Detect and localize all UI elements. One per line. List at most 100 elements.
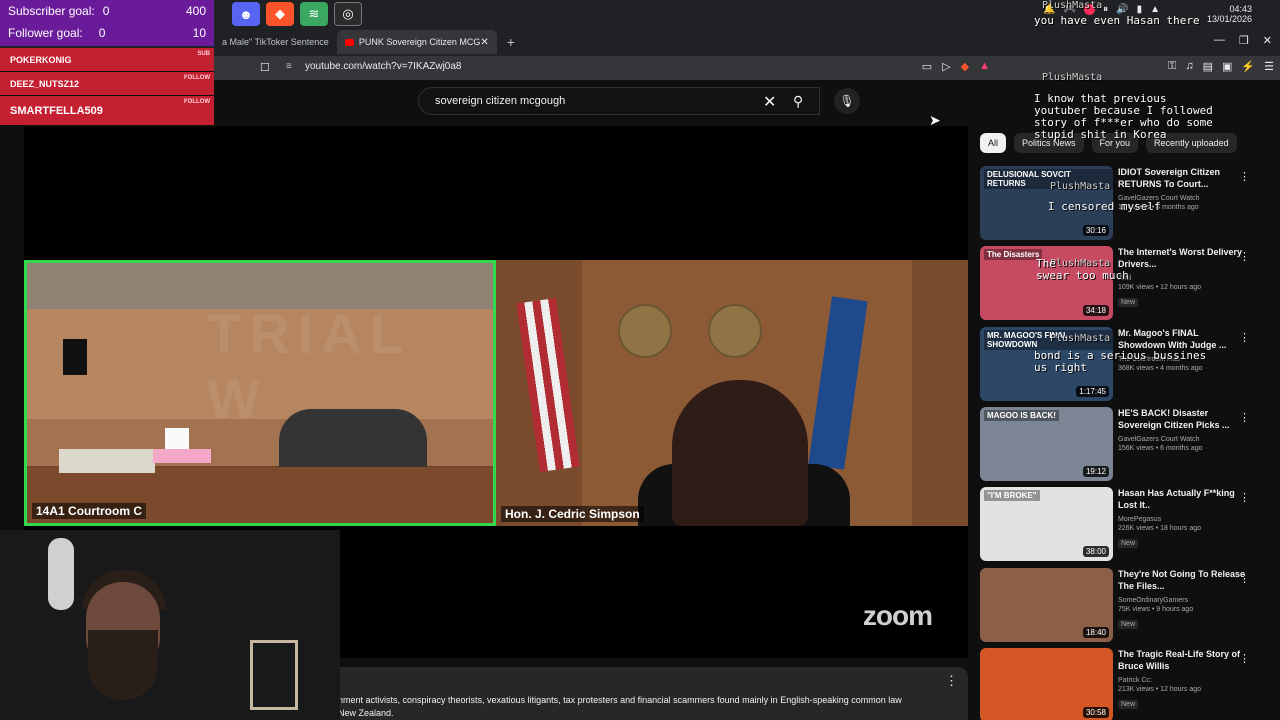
alert-tag: SUB: [197, 51, 210, 57]
alert-follow-latest: SMARTFELLA509 FOLLOW: [0, 96, 214, 125]
video-meta: 75K views • 9 hours ago: [1118, 605, 1194, 613]
brave-shield-icon[interactable]: ◆: [961, 60, 969, 73]
record-icon[interactable]: [1084, 4, 1096, 15]
wallet-icon[interactable]: ▣: [1222, 60, 1232, 73]
game-controller-icon[interactable]: 🎮: [1064, 4, 1076, 15]
zoom-logo: zoom: [862, 600, 933, 631]
video-title[interactable]: They're Not Going To Release The Files..…: [1118, 568, 1248, 594]
brave-icon[interactable]: ◆: [266, 2, 294, 26]
more-options-icon[interactable]: ⋮: [1239, 652, 1250, 665]
chip-for-you[interactable]: For you: [1091, 133, 1139, 153]
extensions-icon[interactable]: ⚿: [1168, 60, 1176, 73]
cast-icon[interactable]: ▭: [922, 60, 932, 73]
alert-tag: FOLLOW: [184, 99, 210, 105]
recommendation-card[interactable]: 30:58 The Tragic Real-Life Story of Bruce…: [980, 647, 1270, 720]
layers-icon[interactable]: ≋: [300, 2, 328, 26]
recommendation-card[interactable]: The Disasters 34:18 The Internet's Worst D…: [980, 246, 1270, 322]
video-thumbnail[interactable]: DELUSIONAL SOVCIT RETURNS 30:16: [980, 166, 1113, 240]
more-options-icon[interactable]: ⋮: [1239, 491, 1250, 504]
video-meta: 226K views • 18 hours ago: [1118, 525, 1202, 533]
video-title[interactable]: The Internet's Worst Delivery Drivers...: [1118, 246, 1248, 272]
address-actions: ▭ ▷ ◆ ▲: [922, 60, 990, 73]
participant-name-right: Hon. J. Cedric Simpson: [501, 506, 644, 522]
rewards-icon[interactable]: ▲: [979, 60, 990, 73]
recommendation-card[interactable]: MR. MAGOO'S FINAL SHOWDOWN 1:17:45 Mr. Mag…: [980, 326, 1270, 403]
chip-politics-news[interactable]: Politics News: [1014, 133, 1084, 153]
sidebar-icon[interactable]: ▤: [1203, 60, 1213, 73]
new-tab-button[interactable]: +: [507, 34, 515, 50]
window-controls: — ❐ ✕: [1214, 34, 1272, 47]
alert-follow: DEEZ_NUTSZ12 FOLLOW: [0, 72, 214, 95]
pause-icon[interactable]: ⏸: [1103, 4, 1108, 15]
chip-recently-uploaded[interactable]: Recently uploaded: [1146, 133, 1237, 153]
us-flag: [516, 298, 580, 472]
filter-chips: All Politics News For you Recently uploa…: [980, 133, 1237, 153]
video-title[interactable]: HE'S BACK! Disaster Sovereign Citizen Pi…: [1118, 407, 1248, 433]
maximize-button[interactable]: ❐: [1239, 34, 1249, 47]
tab-active[interactable]: PUNK Sovereign Citizen MCG ✕: [336, 30, 497, 54]
video-meta: 16K views • 4 months ago: [1118, 204, 1199, 211]
volume-icon[interactable]: 🔊: [1116, 4, 1128, 15]
recommendation-card[interactable]: 18:40 They're Not Going To Release The Fi…: [980, 567, 1270, 644]
tab-strip: a Male" TikToker Sentence PUNK Sovereign…: [214, 30, 515, 54]
channel-name[interactable]: SomeOrdinaryGamers: [1118, 597, 1248, 604]
bell-icon[interactable]: 🔔: [1043, 4, 1055, 15]
more-options-icon[interactable]: ⋮: [1239, 331, 1250, 344]
thumbnail-text: "I'M BROKE": [984, 490, 1040, 502]
channel-name[interactable]: GavelGazers Court Watch: [1118, 436, 1248, 443]
video-thumbnail[interactable]: MAGOO IS BACK! 19:12: [980, 406, 1113, 481]
tab-previous[interactable]: a Male" TikToker Sentence: [214, 30, 337, 54]
alert-name: DEEZ_NUTSZ12: [10, 78, 80, 89]
media-icon[interactable]: ♫: [1185, 60, 1193, 73]
video-thumbnail[interactable]: MR. MAGOO'S FINAL SHOWDOWN 1:17:45: [980, 326, 1113, 401]
video-title[interactable]: Hasan Has Actually F**king Lost It..: [1118, 487, 1248, 513]
more-options-icon[interactable]: ⋮: [1239, 170, 1250, 183]
vpn-icon[interactable]: ⚡: [1241, 60, 1255, 73]
close-window-button[interactable]: ✕: [1263, 34, 1272, 47]
video-thumbnail[interactable]: The Disasters 34:18: [980, 246, 1113, 321]
video-title[interactable]: IDIOT Sovereign Citizen RETURNS To Court…: [1118, 166, 1248, 192]
voice-search-icon[interactable]: 🎙: [834, 88, 860, 114]
screen: { "stream": { "goals": [ {"label": "Subs…: [0, 0, 1280, 720]
send-icon[interactable]: ▷: [942, 60, 950, 73]
chip-all[interactable]: All: [980, 133, 1007, 153]
wall-switch: [63, 339, 87, 375]
video-thumbnail[interactable]: 30:58: [980, 647, 1113, 720]
network-icon[interactable]: ▲: [1150, 4, 1160, 15]
channel-name[interactable]: MorePegasus: [1118, 516, 1248, 523]
tab-close-icon[interactable]: ✕: [480, 37, 488, 48]
bookmark-icon[interactable]: ☐: [260, 61, 270, 74]
video-info: The Tragic Real-Life Story of Bruce Will…: [1118, 648, 1248, 711]
search-box[interactable]: sovereign citizen mcgough ✕ ⚲: [418, 87, 820, 115]
video-title[interactable]: The Tragic Real-Life Story of Bruce Will…: [1118, 648, 1248, 674]
more-options-icon[interactable]: ⋮: [1239, 411, 1250, 424]
site-info-icon[interactable]: ≡: [286, 61, 292, 72]
recommendation-card[interactable]: MAGOO IS BACK! 19:12 HE'S BACK! Disaster S…: [980, 406, 1270, 483]
video-title[interactable]: Mr. Magoo's FINAL Showdown With Judge ..…: [1118, 327, 1248, 353]
channel-name[interactable]: The Courtroom Hub: [1118, 356, 1248, 363]
clock-date: 13/01/2026: [1206, 14, 1252, 24]
recommendation-card[interactable]: DELUSIONAL SOVCIT RETURNS 30:16 IDIOT Sove…: [980, 166, 1270, 242]
youtube-icon: [344, 38, 354, 46]
goal-current: 0: [98, 26, 106, 40]
minimize-button[interactable]: —: [1214, 34, 1225, 47]
search-input[interactable]: sovereign citizen mcgough: [435, 95, 565, 107]
browser-menu-icon[interactable]: ☰: [1264, 60, 1274, 73]
channel-name[interactable]: GavelGazers Court Watch: [1118, 195, 1248, 202]
description-menu-icon[interactable]: ⋮: [945, 673, 958, 689]
video-thumbnail[interactable]: 18:40: [980, 567, 1113, 642]
obs-icon[interactable]: ◎: [334, 2, 362, 26]
more-options-icon[interactable]: ⋮: [1239, 250, 1250, 263]
channel-name[interactable]: Zmil: [1118, 275, 1248, 282]
video-thumbnail[interactable]: "I'M BROKE" 38:00: [980, 487, 1113, 562]
search-icon[interactable]: ⚲: [793, 93, 803, 110]
clear-search-icon[interactable]: ✕: [763, 92, 776, 112]
more-options-icon[interactable]: ⋮: [1239, 572, 1250, 585]
streamer-webcam: [0, 530, 340, 720]
channel-name[interactable]: Patrick Cc:: [1118, 677, 1248, 684]
url-field[interactable]: youtube.com/watch?v=7IKAZwj0a8: [305, 61, 461, 72]
discord-icon[interactable]: ☻: [232, 2, 260, 26]
background-chair: [250, 640, 298, 710]
address-bar: ☐ ≡ youtube.com/watch?v=7IKAZwj0a8 ▭ ▷ ◆…: [214, 56, 1280, 80]
recommendation-card[interactable]: "I'M BROKE" 38:00 Hasan Has Actually F**ki…: [980, 487, 1270, 563]
